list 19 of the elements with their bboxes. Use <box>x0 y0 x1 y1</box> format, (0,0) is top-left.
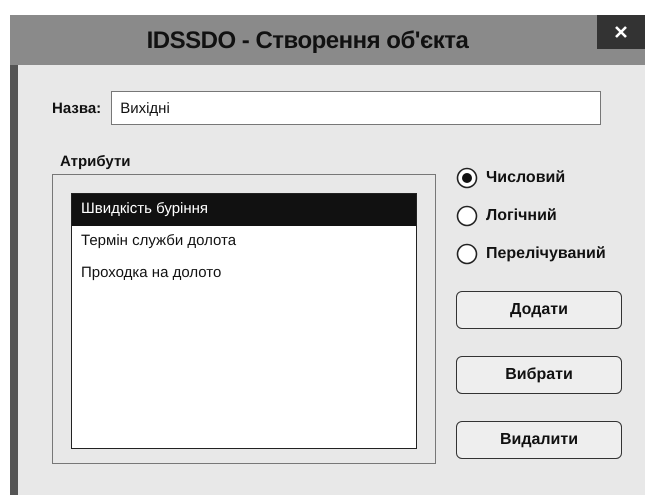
close-button[interactable] <box>597 15 645 49</box>
radio-button[interactable] <box>456 205 478 227</box>
list-item[interactable]: Швидкість буріння <box>72 194 416 226</box>
list-item[interactable]: Проходка на долото <box>72 258 416 290</box>
action-button[interactable]: Видалити <box>456 421 622 459</box>
radio-label: Перелічуваний <box>486 245 606 263</box>
radio-button[interactable] <box>456 167 478 189</box>
radio-label: Числовий <box>486 169 566 187</box>
attribute-list[interactable]: Швидкість буріння Термін служби долота Проходка на долото <box>71 193 417 449</box>
name-label: Назва: <box>52 100 102 116</box>
close-icon <box>614 25 628 39</box>
group-label: Атрибути <box>60 153 132 170</box>
radio-button[interactable] <box>456 243 478 265</box>
action-button[interactable]: Додати <box>456 291 622 329</box>
window-title: IDSSDO - Створення об'єкта <box>146 27 470 55</box>
name-field[interactable]: Вихідні <box>111 91 602 125</box>
action-button[interactable]: Вибрати <box>456 356 622 394</box>
radio-label: Логічний <box>486 207 557 225</box>
list-item[interactable]: Термін служби долота <box>72 226 416 258</box>
